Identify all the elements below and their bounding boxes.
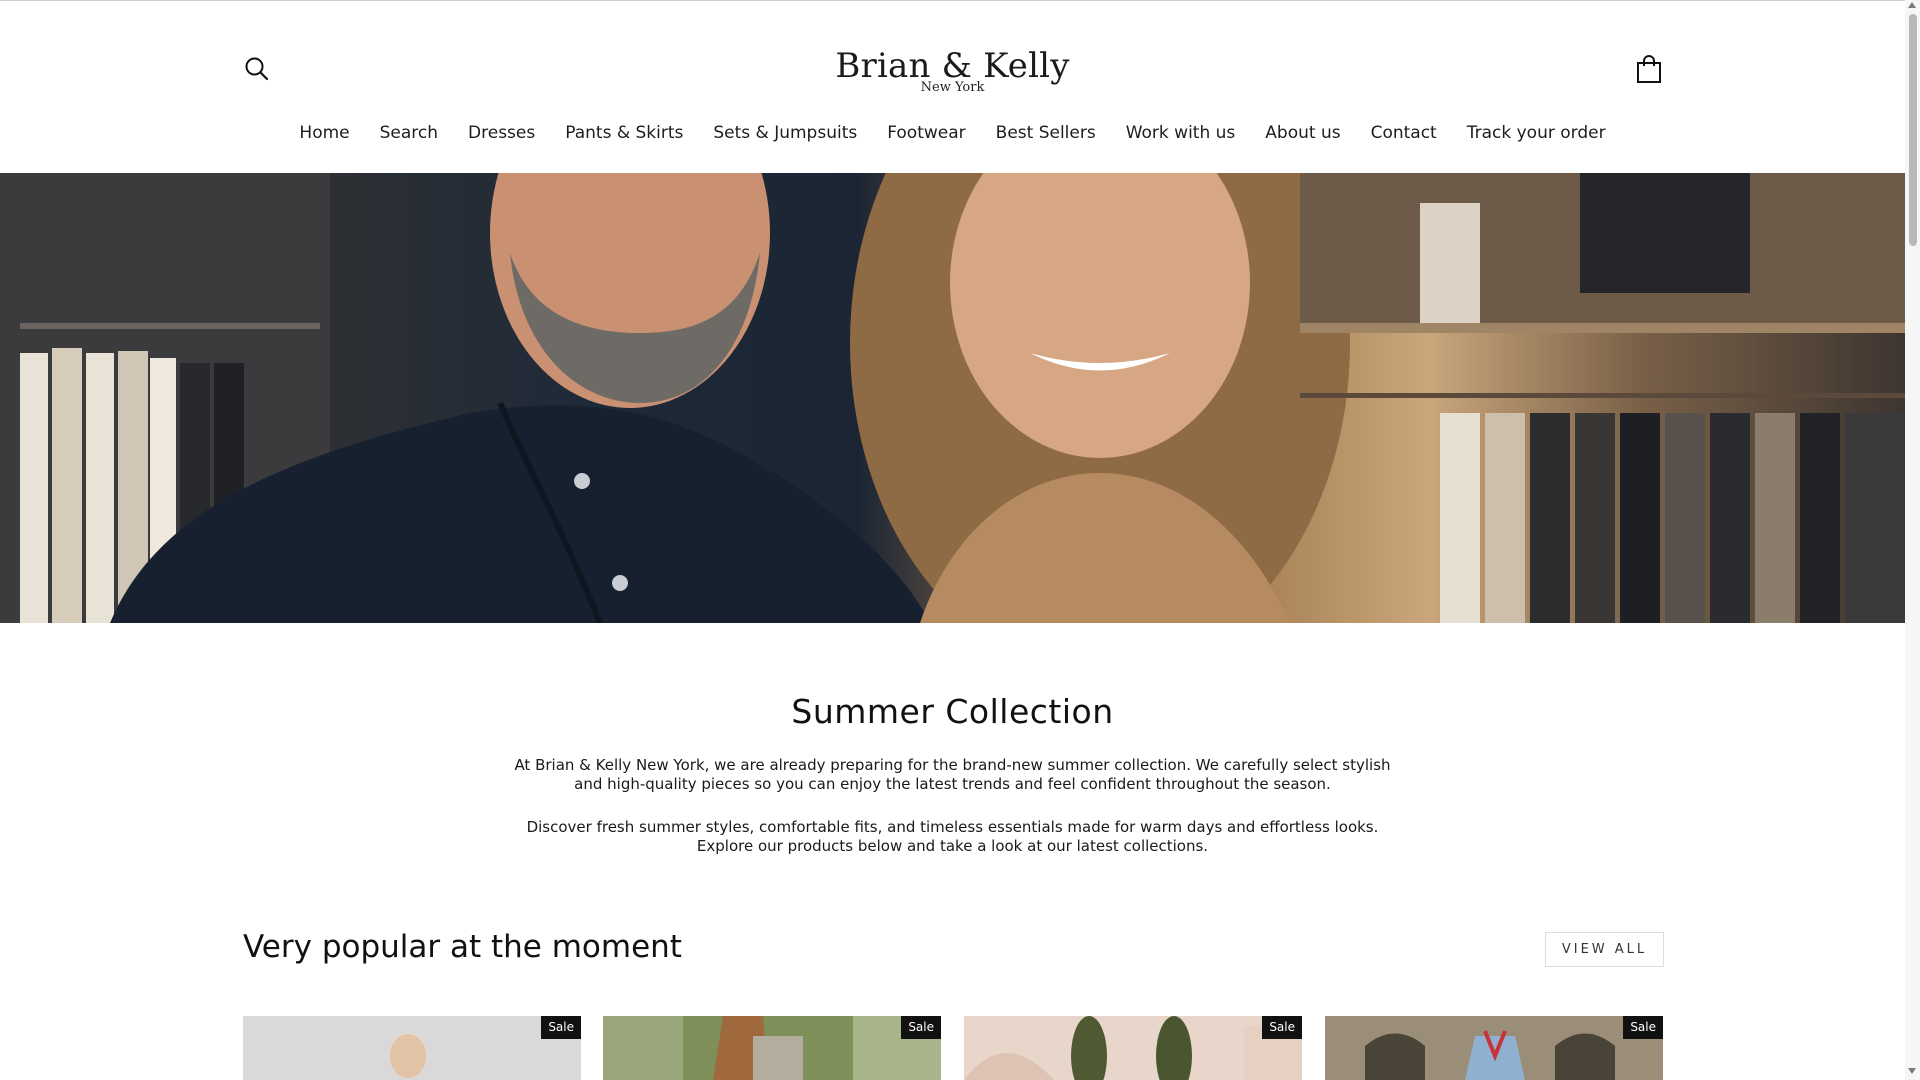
nav-item-dresses[interactable]: Dresses (468, 120, 535, 146)
product-image (1325, 1016, 1663, 1080)
nav-item-search[interactable]: Search (380, 120, 438, 146)
scroll-up-arrow-icon[interactable] (1908, 2, 1916, 8)
shopping-bag-icon (1637, 55, 1661, 83)
nav-item-contact[interactable]: Contact (1371, 120, 1437, 146)
sale-badge: Sale (1262, 1016, 1302, 1039)
product-image (964, 1016, 1302, 1080)
summer-collection-section: Summer Collection At Brian & Kelly New Y… (0, 690, 1905, 856)
product-card[interactable]: Sale (243, 1016, 581, 1080)
nav-item-pants-skirts[interactable]: Pants & Skirts (565, 120, 683, 146)
nav-item-sets-jumpsuits[interactable]: Sets & Jumpsuits (713, 120, 857, 146)
popular-section-title: Very popular at the moment (243, 929, 682, 965)
product-card[interactable]: Sale (603, 1016, 941, 1080)
product-card[interactable]: Sale (964, 1016, 1302, 1080)
logo-sub-text: New York (920, 80, 985, 95)
nav-item-footwear[interactable]: Footwear (887, 120, 965, 146)
cart-button[interactable] (1636, 54, 1662, 84)
sale-badge: Sale (1623, 1016, 1663, 1039)
hero-image (0, 173, 1905, 623)
scrollbar-thumb[interactable] (1909, 14, 1917, 246)
sale-badge: Sale (541, 1016, 581, 1039)
view-all-button[interactable]: VIEW ALL (1545, 932, 1664, 967)
intro-paragraph-1: At Brian & Kelly New York, we are alread… (514, 756, 1391, 793)
nav-item-track-order[interactable]: Track your order (1467, 120, 1606, 146)
nav-item-best-sellers[interactable]: Best Sellers (996, 120, 1096, 146)
section-title: Summer Collection (791, 692, 1114, 731)
nav-item-home[interactable]: Home (299, 120, 349, 146)
site-logo[interactable]: Brian & Kelly New York (0, 46, 1905, 96)
top-border (0, 0, 1920, 1)
sale-badge: Sale (901, 1016, 941, 1039)
nav-item-work-with-us[interactable]: Work with us (1126, 120, 1236, 146)
intro-paragraph-2: Discover fresh summer styles, comfortabl… (526, 818, 1379, 855)
product-image (603, 1016, 941, 1080)
product-grid: Sale Sale Sale Sale (243, 1016, 1663, 1080)
product-image (243, 1016, 581, 1080)
product-card[interactable]: Sale (1325, 1016, 1663, 1080)
nav-item-about-us[interactable]: About us (1265, 120, 1340, 146)
main-navigation: Home Search Dresses Pants & Skirts Sets … (0, 120, 1905, 146)
scroll-down-arrow-icon[interactable] (1908, 1068, 1916, 1074)
